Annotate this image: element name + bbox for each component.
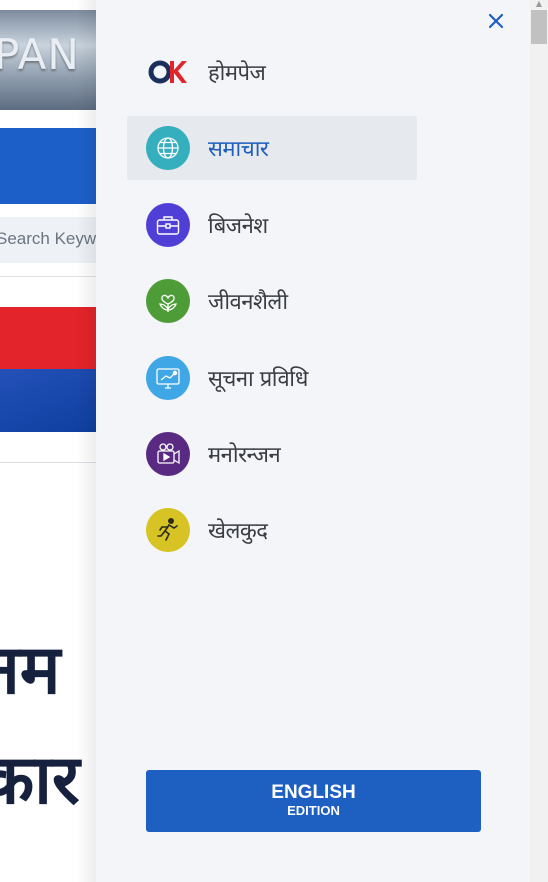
scrollbar-thumb[interactable] bbox=[531, 10, 547, 44]
edition-button-sub-label: EDITION bbox=[287, 803, 340, 818]
menu-item-label: जीवनशैली bbox=[208, 290, 288, 316]
headline-line-2[interactable]: कार bbox=[0, 730, 80, 823]
category-menu: होमपेज समाचार बिजनेश जीवनशैली सूचना प्रव… bbox=[127, 40, 417, 575]
menu-item-label: होमपेज bbox=[208, 61, 266, 86]
background-page: PAN Search Keyw नम कार bbox=[0, 0, 96, 882]
menu-item-news[interactable]: समाचार bbox=[127, 116, 417, 181]
menu-item-entertainment[interactable]: मनोरन्जन bbox=[127, 422, 417, 486]
menu-item-label: खेलकुद bbox=[208, 519, 268, 545]
scroll-up-arrow-icon[interactable]: ▲ bbox=[530, 0, 548, 8]
close-button[interactable] bbox=[484, 9, 508, 33]
navigation-drawer: होमपेज समाचार बिजनेश जीवनशैली सूचना प्रव… bbox=[96, 0, 530, 882]
menu-item-label: समाचार bbox=[208, 137, 269, 163]
brand-logo-icon bbox=[146, 50, 190, 94]
globe-icon bbox=[146, 126, 190, 171]
briefcase-icon bbox=[146, 202, 190, 247]
menu-item-technology[interactable]: सूचना प्रविधि bbox=[127, 346, 417, 410]
runner-icon bbox=[146, 508, 190, 553]
english-edition-button[interactable]: ENGLISH EDITION bbox=[146, 770, 481, 832]
drawer-shadow bbox=[76, 0, 96, 882]
menu-item-sports[interactable]: खेलकुद bbox=[127, 498, 417, 562]
menu-item-business[interactable]: बिजनेश bbox=[127, 193, 417, 257]
menu-item-homepage[interactable]: होमपेज bbox=[127, 40, 417, 104]
menu-item-label: बिजनेश bbox=[208, 213, 268, 239]
headline-line-1[interactable]: नम bbox=[0, 620, 60, 713]
heart-plant-icon bbox=[146, 279, 190, 324]
page-scrollbar[interactable]: ▲ bbox=[530, 0, 548, 882]
monitor-chart-icon bbox=[146, 355, 190, 400]
menu-item-label: सूचना प्रविधि bbox=[208, 366, 308, 392]
video-camera-icon bbox=[146, 431, 190, 476]
edition-button-main-label: ENGLISH bbox=[271, 782, 356, 803]
menu-item-lifestyle[interactable]: जीवनशैली bbox=[127, 269, 417, 333]
close-icon bbox=[488, 13, 504, 29]
site-banner-text: PAN bbox=[0, 30, 80, 79]
menu-item-label: मनोरन्जन bbox=[208, 442, 281, 468]
